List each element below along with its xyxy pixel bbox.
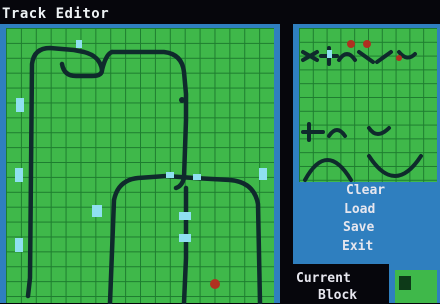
track-center-vertical xyxy=(181,185,189,304)
palette-block-cross xyxy=(301,50,319,62)
track-grid-canvas[interactable] xyxy=(6,28,274,304)
track-joint xyxy=(15,168,23,182)
current-block-label-line2: Block xyxy=(318,288,358,303)
window-title: Track Editor xyxy=(2,6,110,22)
track-joint xyxy=(259,168,267,180)
track-joint xyxy=(76,40,82,48)
menu-item-load[interactable]: Load xyxy=(300,201,440,220)
track-signal xyxy=(179,97,185,103)
current-block-preview xyxy=(389,264,440,303)
track-upper-loop xyxy=(25,45,105,299)
current-block-icon xyxy=(399,276,411,290)
palette-block-joint xyxy=(327,50,332,58)
track-joint xyxy=(193,174,201,180)
palette-block-arc-large xyxy=(303,158,353,182)
palette-block-signal xyxy=(363,40,371,48)
palette-blocks xyxy=(301,40,423,182)
track-top-right-curve xyxy=(109,49,189,191)
track-joint xyxy=(92,205,102,217)
track-marker xyxy=(210,279,220,289)
track-joint xyxy=(166,172,174,178)
track-editor-canvas-frame xyxy=(0,24,280,304)
palette-block-switch xyxy=(337,52,357,62)
current-block-label-line1: Current xyxy=(296,271,351,286)
menu-item-save[interactable]: Save xyxy=(300,219,440,238)
palette-block-arc-small xyxy=(327,128,347,138)
track-layout xyxy=(15,40,267,304)
palette-block-diagonal xyxy=(375,50,393,64)
editor-menu: Clear Load Save Exit xyxy=(300,182,440,256)
block-palette[interactable] xyxy=(299,28,437,182)
palette-block-switch-2 xyxy=(357,50,375,64)
track-joint xyxy=(15,238,23,252)
menu-item-exit[interactable]: Exit xyxy=(300,238,440,257)
current-block-cell xyxy=(395,270,437,303)
track-joint xyxy=(179,234,191,242)
menu-item-clear[interactable]: Clear xyxy=(300,182,440,201)
current-block-label: Current Block xyxy=(296,270,357,304)
palette-block-station xyxy=(396,55,402,61)
palette-block-arc-small-2 xyxy=(367,126,391,136)
track-joint xyxy=(16,98,24,112)
palette-block-u-curve xyxy=(367,154,423,178)
palette-block-signal xyxy=(347,40,355,48)
track-joint xyxy=(179,212,191,220)
track-top-connector xyxy=(99,49,115,73)
